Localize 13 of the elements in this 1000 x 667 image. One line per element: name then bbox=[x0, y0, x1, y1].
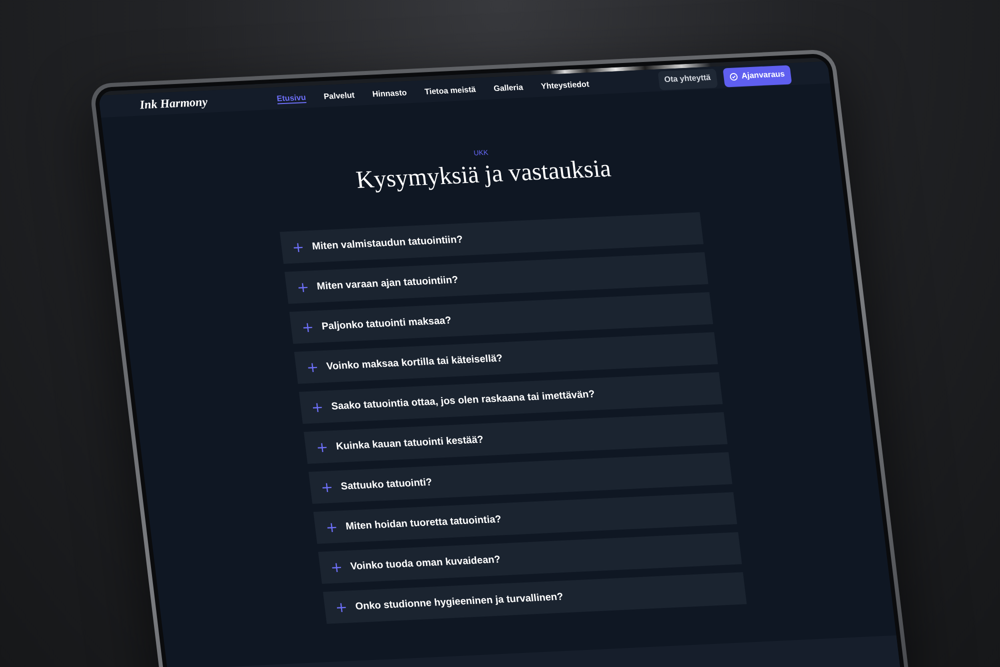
faq-question[interactable]: Onko studionne hygieeninen ja turvallinen? bbox=[322, 572, 746, 624]
section-heading: Kysymyksiä ja vastauksia bbox=[354, 155, 613, 196]
nav-link[interactable]: Galleria bbox=[492, 81, 524, 94]
booking-button[interactable]: Ajanvaraus bbox=[722, 64, 792, 87]
logo[interactable]: Ink Harmony bbox=[139, 96, 208, 111]
nav-link[interactable]: Etusivu bbox=[276, 91, 306, 104]
contact-button[interactable]: Ota yhteyttä bbox=[657, 68, 718, 90]
check-circle-icon bbox=[729, 72, 738, 82]
nav-link[interactable]: Tietoa meistä bbox=[424, 83, 476, 97]
nav-link[interactable]: Hinnasto bbox=[372, 86, 408, 100]
nav-link[interactable]: Yhteystiedot bbox=[540, 78, 590, 92]
nav-link[interactable]: Palvelut bbox=[323, 89, 356, 102]
faq-question[interactable]: Miten valmistaudun tatuointiin? bbox=[279, 212, 704, 264]
